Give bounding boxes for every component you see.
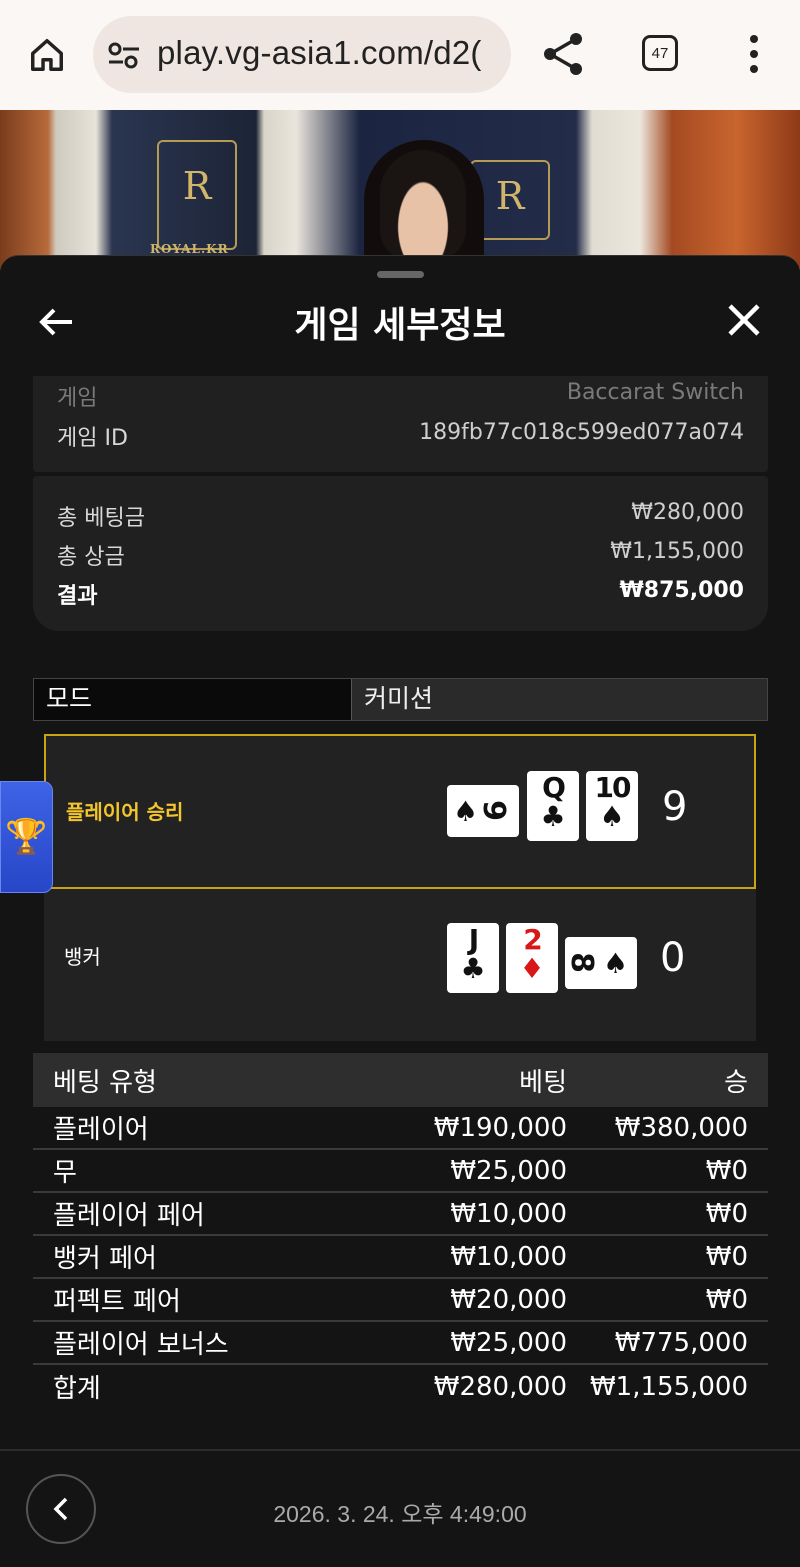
browser-toolbar: play.vg-asia1.com/d2( 47 (0, 0, 800, 110)
tab-count: 47 (651, 44, 669, 62)
total-row: 합계 ₩280,000 ₩1,155,000 (33, 1365, 768, 1408)
game-label: 게임 (57, 386, 98, 411)
bet-amount: ₩10,000 (450, 1241, 567, 1272)
result-label: 결과 (57, 584, 98, 609)
bet-type: 플레이어 페어 (53, 1201, 205, 1231)
card-rank: Q (542, 771, 566, 804)
table-row: 퍼펙트 페어 ₩20,000 ₩0 (33, 1279, 768, 1322)
mode-bar: 모드 커미션 (33, 678, 768, 721)
bet-amount: ₩25,000 (450, 1155, 567, 1186)
tune-icon[interactable] (107, 40, 141, 70)
card-rank: 8 (563, 952, 599, 973)
total-bet-label: 총 베팅금 (57, 506, 145, 531)
bet-type: 퍼펙트 페어 (53, 1287, 181, 1317)
card-rank: 9 (475, 800, 511, 821)
card-rank: 2 (523, 923, 542, 956)
win-amount: ₩0 (705, 1241, 748, 1272)
header-bet: 베팅 (519, 1067, 567, 1098)
total-win-row: 총 상금 ₩1,155,000 (57, 539, 744, 571)
round-timestamp: 2026. 3. 24. 오후 4:49:00 (273, 1501, 527, 1527)
game-value: Baccarat Switch (566, 380, 744, 405)
mode-label: 모드 (34, 679, 352, 720)
total-bet: ₩280,000 (433, 1371, 567, 1402)
table-row: 뱅커 페어 ₩10,000 ₩0 (33, 1236, 768, 1279)
total-label: 합계 (53, 1374, 101, 1404)
game-details-sheet: 게임 세부정보 게임 Baccarat Switch 게임 ID 189fb77… (0, 255, 800, 1567)
total-bet-row: 총 베팅금 ₩280,000 (57, 500, 744, 532)
sheet-grabber[interactable] (377, 271, 424, 278)
bet-type: 플레이어 보너스 (53, 1330, 229, 1360)
bet-type: 플레이어 (53, 1115, 149, 1145)
result-row: 결과 ₩875,000 (57, 578, 744, 610)
sheet-footer: 2026. 3. 24. 오후 4:49:00 (0, 1449, 800, 1567)
mode-value: 커미션 (352, 679, 767, 720)
more-vert-icon[interactable] (740, 33, 768, 75)
round-result: 플레이어 승리 ♠ 9 Q ♣ 10 ♠ 9 뱅커 J ♣ 2 ♦ 8 ♠ 0 (44, 734, 756, 1041)
win-amount: ₩380,000 (614, 1112, 748, 1143)
trophy-icon[interactable]: 🏆 (0, 781, 53, 893)
game-id-value: 189fb77c018c599ed077a074 (419, 420, 744, 445)
bet-type: 무 (53, 1158, 77, 1188)
card-rank: J (468, 923, 479, 956)
win-amount: ₩0 (705, 1284, 748, 1315)
player-score: 9 (662, 784, 688, 830)
win-amount: ₩775,000 (614, 1327, 748, 1358)
sheet-title: 게임 세부정보 (294, 305, 506, 346)
close-icon[interactable] (724, 300, 764, 340)
bet-table: 베팅 유형 베팅 승 플레이어 ₩190,000 ₩380,000 무 ₩25,… (33, 1053, 768, 1408)
banker-card-1: J ♣ (447, 923, 499, 993)
table-row: 무 ₩25,000 ₩0 (33, 1150, 768, 1193)
card-rank: 10 (594, 771, 632, 804)
banker-label: 뱅커 (64, 945, 101, 969)
url-text[interactable]: play.vg-asia1.com/d2( (157, 34, 482, 72)
address-bar[interactable]: play.vg-asia1.com/d2( (93, 16, 511, 93)
bet-type: 뱅커 페어 (53, 1244, 157, 1274)
win-amount: ₩0 (705, 1198, 748, 1229)
total-win-value: ₩1,155,000 (610, 539, 744, 564)
summary-card: 총 베팅금 ₩280,000 총 상금 ₩1,155,000 결과 ₩875,0… (33, 476, 768, 631)
total-win: ₩1,155,000 (589, 1371, 748, 1402)
banker-card-2: 2 ♦ (506, 923, 558, 993)
game-info-card: 게임 Baccarat Switch 게임 ID 189fb77c018c599… (33, 376, 768, 472)
card-suit: ♠ (603, 947, 629, 980)
card-suit: ♠ (599, 800, 625, 833)
royal-logo: R (157, 140, 237, 250)
header-bet-type: 베팅 유형 (53, 1067, 157, 1098)
dealer-face (380, 150, 466, 260)
player-card-2: Q ♣ (527, 771, 579, 841)
game-id-row: 게임 ID 189fb77c018c599ed077a074 (57, 420, 744, 452)
total-bet-value: ₩280,000 (631, 500, 744, 525)
player-card-3: 10 ♠ (586, 771, 638, 841)
bet-amount: ₩25,000 (450, 1327, 567, 1358)
player-card-1: ♠ 9 (447, 785, 519, 837)
live-video: R ROYAL.KR R (0, 110, 800, 270)
bet-table-header: 베팅 유형 베팅 승 (33, 1053, 768, 1107)
total-win-label: 총 상금 (57, 545, 125, 570)
card-suit: ♣ (460, 952, 486, 985)
player-hand: 플레이어 승리 ♠ 9 Q ♣ 10 ♠ 9 (44, 734, 756, 889)
tabs-icon[interactable]: 47 (642, 35, 678, 71)
card-suit: ♦ (519, 952, 545, 985)
table-row: 플레이어 ₩190,000 ₩380,000 (33, 1107, 768, 1150)
bet-amount: ₩190,000 (433, 1112, 567, 1143)
banker-card-3: 8 ♠ (563, 937, 637, 989)
table-row: 플레이어 보너스 ₩25,000 ₩775,000 (33, 1322, 768, 1365)
game-row: 게임 Baccarat Switch (57, 380, 744, 412)
royal-logo-text: ROYAL.KR (150, 242, 229, 256)
game-id-label: 게임 ID (57, 426, 128, 451)
bet-amount: ₩20,000 (450, 1284, 567, 1315)
home-icon[interactable] (22, 30, 72, 80)
win-amount: ₩0 (705, 1155, 748, 1186)
banker-hand: 뱅커 J ♣ 2 ♦ 8 ♠ 0 (44, 889, 756, 1041)
player-win-label: 플레이어 승리 (66, 800, 184, 824)
card-suit: ♣ (540, 800, 566, 833)
banker-score: 0 (660, 935, 686, 981)
table-row: 플레이어 페어 ₩10,000 ₩0 (33, 1193, 768, 1236)
result-value: ₩875,000 (619, 578, 744, 603)
share-icon[interactable] (540, 30, 586, 78)
header-win: 승 (724, 1067, 748, 1098)
card-suit: ♠ (453, 795, 479, 828)
bet-amount: ₩10,000 (450, 1198, 567, 1229)
